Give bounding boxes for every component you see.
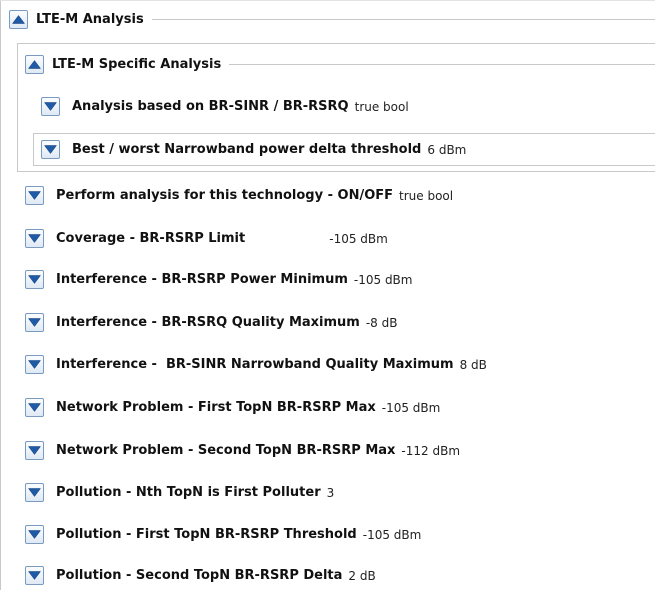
expand-setting-button[interactable] [25,441,44,460]
setting-value: -105 dBm [381,400,441,415]
chevron-down-icon [44,145,57,154]
chevron-down-icon [28,318,41,327]
setting-label: Network Problem - First TopN BR-RSRP Max [56,400,376,415]
setting-value: -8 dB [365,315,398,330]
group-header-lte-m-analysis: LTE-M Analysis [9,10,655,29]
group-header-lte-m-specific-analysis: LTE-M Specific Analysis [25,55,655,74]
setting-value: -105 dBm [329,231,388,246]
setting-row-network-second-topn: Network Problem - Second TopN BR-RSRP Ma… [25,441,460,460]
chevron-up-icon [28,60,41,69]
chevron-down-icon [28,403,41,412]
setting-label: Pollution - First TopN BR-RSRP Threshold [56,527,357,542]
setting-value: 6 dBm [427,142,467,157]
setting-value: 8 dB [459,357,487,372]
setting-row-coverage-limit: Coverage - BR-RSRP Limit -105 dBm [25,229,388,248]
expand-setting-button[interactable] [25,483,44,502]
setting-value: 2 dB [348,568,376,583]
chevron-down-icon [28,530,41,539]
expand-setting-button[interactable] [25,270,44,289]
setting-value: 3 [326,485,335,500]
chevron-down-icon [28,360,41,369]
setting-label: Pollution - Nth TopN is First Polluter [56,485,321,500]
setting-value: true bool [354,99,409,114]
expand-setting-button[interactable] [25,313,44,332]
setting-value: -112 dBm [401,443,461,458]
panel-left-border [0,0,1,590]
setting-label: Analysis based on BR-SINR / BR-RSRQ [72,99,349,114]
chevron-down-icon [28,571,41,580]
setting-row-interference-sinr-max: Interference - BR-SINR Narrowband Qualit… [25,355,487,374]
expand-setting-button[interactable] [41,97,60,116]
setting-label: Perform analysis for this technology - O… [56,188,394,203]
chevron-down-icon [28,488,41,497]
collapse-lte-m-analysis-button[interactable] [9,10,28,29]
setting-value: -105 dBm [362,527,422,542]
group-rule [151,19,655,20]
setting-row-pollution-nth-topn: Pollution - Nth TopN is First Polluter 3 [25,483,334,502]
setting-label: Pollution - Second TopN BR-RSRP Delta [56,568,343,583]
setting-label: Interference - BR-SINR Narrowband Qualit… [56,357,454,372]
chevron-up-icon [12,15,25,24]
setting-row-narrowband-power-delta: Best / worst Narrowband power delta thre… [41,140,466,159]
setting-row-br-sinr-br-rsrq: Analysis based on BR-SINR / BR-RSRQ true… [41,97,409,116]
expand-setting-button[interactable] [25,229,44,248]
setting-label: Best / worst Narrowband power delta thre… [72,142,422,157]
setting-value: true bool [399,188,454,203]
chevron-down-icon [28,446,41,455]
setting-row-interference-rsrq-max: Interference - BR-RSRQ Quality Maximum -… [25,313,397,332]
expand-setting-button[interactable] [41,140,60,159]
expand-setting-button[interactable] [25,398,44,417]
collapse-lte-m-specific-analysis-button[interactable] [25,55,44,74]
setting-row-pollution-first-threshold: Pollution - First TopN BR-RSRP Threshold… [25,525,421,544]
setting-label: Interference - BR-RSRQ Quality Maximum [56,315,360,330]
group-title-lte-m-specific-analysis: LTE-M Specific Analysis [52,57,222,72]
expand-setting-button[interactable] [25,566,44,585]
setting-value: -105 dBm [353,272,413,287]
expand-setting-button[interactable] [25,186,44,205]
group-title-lte-m-analysis: LTE-M Analysis [36,12,144,27]
chevron-down-icon [28,234,41,243]
setting-label: Network Problem - Second TopN BR-RSRP Ma… [56,443,396,458]
setting-row-interference-power-min: Interference - BR-RSRP Power Minimum -10… [25,270,412,289]
chevron-down-icon [28,191,41,200]
setting-label: Interference - BR-RSRP Power Minimum [56,272,348,287]
panel-top-border [0,0,655,1]
setting-row-pollution-second-delta: Pollution - Second TopN BR-RSRP Delta 2 … [25,566,376,585]
expand-setting-button[interactable] [25,525,44,544]
setting-label: Coverage - BR-RSRP Limit [56,231,246,246]
setting-row-network-first-topn: Network Problem - First TopN BR-RSRP Max… [25,398,440,417]
group-rule [229,64,655,65]
chevron-down-icon [28,275,41,284]
chevron-down-icon [44,102,57,111]
setting-row-perform-analysis: Perform analysis for this technology - O… [25,186,453,205]
expand-setting-button[interactable] [25,355,44,374]
